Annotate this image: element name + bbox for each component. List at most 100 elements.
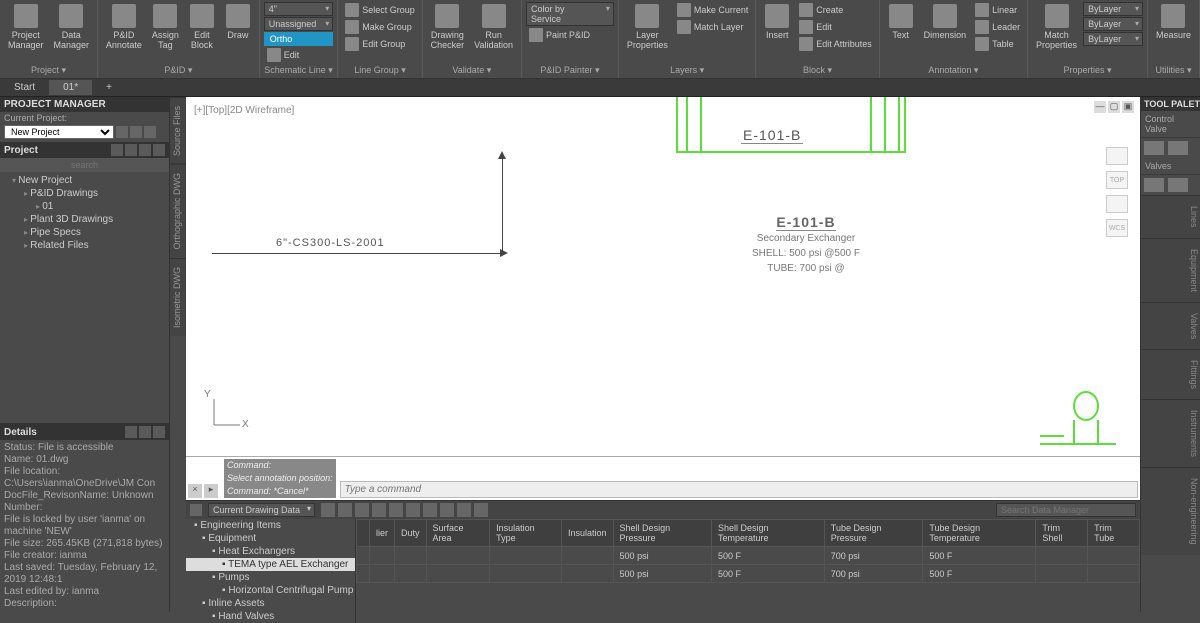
project-search-input[interactable] (0, 158, 169, 172)
dm-tool-icon[interactable] (389, 503, 403, 517)
pipe-line-tag[interactable]: 6"-CS300-LS-2001 (276, 237, 385, 249)
pipe-line[interactable] (212, 253, 502, 254)
dm-tool-icon[interactable] (440, 503, 454, 517)
pid-annotate-button[interactable]: P&IDAnnotate (102, 2, 146, 52)
ucs-icon[interactable]: YX (204, 395, 244, 438)
ribbon-group-title[interactable]: Line Group ▾ (342, 63, 417, 78)
edit-attributes-button[interactable]: Edit Attributes (796, 36, 875, 52)
source-tab[interactable]: Orthographic DWG (170, 164, 186, 258)
table-cell[interactable]: 500 F (711, 565, 824, 583)
data-manager-search[interactable] (996, 503, 1136, 517)
table-cell[interactable]: 500 psi (613, 565, 711, 583)
table-row[interactable]: 500 psi500 F700 psi500 F (357, 565, 1140, 583)
dimension-button[interactable]: Dimension (920, 2, 971, 42)
project-tree-item[interactable]: New Project (0, 174, 169, 187)
data-manager-button[interactable]: DataManager (49, 2, 93, 52)
maximize-icon[interactable]: ▢ (1108, 101, 1120, 113)
dm-tool-icon[interactable] (406, 503, 420, 517)
ribbon-group-title[interactable]: Properties ▾ (1032, 63, 1143, 78)
ribbon-group-title[interactable]: Block ▾ (760, 63, 874, 78)
table-cell[interactable] (1088, 565, 1140, 583)
table-header[interactable]: Trim Tube (1088, 520, 1140, 547)
table-cell[interactable] (370, 547, 395, 565)
nav-cube-face[interactable] (1106, 147, 1128, 165)
dm-tree-item[interactable]: ▪ Engineering Items (186, 519, 355, 532)
close-icon[interactable]: × (188, 484, 202, 498)
tool-icon[interactable] (125, 144, 137, 156)
nav-cube-face[interactable]: WCS (1106, 219, 1128, 237)
tool-icon[interactable] (153, 426, 165, 438)
project-tree-item[interactable]: P&ID Drawings (0, 187, 169, 200)
table-cell[interactable] (426, 547, 490, 565)
palette-side-tab[interactable]: Valves (1141, 302, 1200, 349)
table-cell[interactable] (1036, 565, 1088, 583)
table-cell[interactable] (562, 565, 614, 583)
run-validation-button[interactable]: RunValidation (470, 2, 517, 52)
palette-category[interactable]: Control Valve (1141, 111, 1200, 138)
table-header[interactable]: Tube Design Temperature (923, 520, 1036, 547)
table-cell[interactable] (357, 547, 370, 565)
project-new-icon[interactable] (144, 126, 156, 138)
palette-symbol-icon[interactable] (1144, 141, 1164, 155)
viewport-label[interactable]: [+][Top][2D Wireframe] (194, 105, 294, 116)
project-open-icon[interactable] (130, 126, 142, 138)
tool-icon[interactable] (153, 144, 165, 156)
current-project-select[interactable]: New Project (4, 125, 114, 139)
edit-block-button[interactable]: EditBlock (185, 2, 219, 52)
table-cell[interactable]: 700 psi (824, 547, 923, 565)
table-header[interactable]: Insulation (562, 520, 614, 547)
source-tab[interactable]: Source Files (170, 97, 186, 164)
pipe-line[interactable] (502, 157, 503, 253)
layer-properties-button[interactable]: LayerProperties (623, 2, 672, 52)
table-cell[interactable] (426, 565, 490, 583)
dm-tool-icon[interactable] (321, 503, 335, 517)
palette-symbol-icon[interactable] (1168, 178, 1188, 192)
table-header[interactable]: lier (370, 520, 395, 547)
view-cube[interactable]: TOPWCS (1106, 147, 1128, 237)
document-tab[interactable]: 01* (49, 80, 92, 95)
match-properties-button[interactable]: MatchProperties (1032, 2, 1081, 52)
edit-button[interactable]: Edit (264, 47, 334, 63)
project-tree-item[interactable]: Plant 3D Drawings (0, 213, 169, 226)
insert-button[interactable]: Insert (760, 2, 794, 42)
command-input[interactable] (340, 481, 1138, 498)
palette-side-tab[interactable]: Non-engineering (1141, 467, 1200, 555)
text-button[interactable]: Text (884, 2, 918, 42)
edit-group-button[interactable]: Edit Group (342, 36, 418, 52)
dm-tool-icon[interactable] (338, 503, 352, 517)
ribbon-dropdown[interactable]: ByLayer (1083, 17, 1143, 31)
palette-side-tab[interactable]: Instruments (1141, 399, 1200, 467)
table-cell[interactable] (1036, 547, 1088, 565)
table-cell[interactable]: 500 psi (613, 547, 711, 565)
table-header[interactable]: Duty (395, 520, 427, 547)
project-manager-button[interactable]: ProjectManager (4, 2, 48, 52)
ribbon-dropdown[interactable]: ByLayer (1083, 32, 1143, 46)
palette-side-tab[interactable]: Lines (1141, 195, 1200, 238)
tool-icon[interactable] (111, 144, 123, 156)
edit-block-ribbon-button[interactable]: Edit (796, 19, 875, 35)
ribbon-group-title[interactable]: Schematic Line ▾ (264, 63, 333, 78)
ribbon-group-title[interactable]: Layers ▾ (623, 63, 751, 78)
draw-button[interactable]: Draw (221, 2, 255, 42)
dm-tool-icon[interactable] (474, 503, 488, 517)
table-cell[interactable] (357, 565, 370, 583)
table-cell[interactable]: 700 psi (824, 565, 923, 583)
tool-icon[interactable] (139, 144, 151, 156)
table-header[interactable]: Tube Design Pressure (824, 520, 923, 547)
match-layer-button[interactable]: Match Layer (674, 19, 752, 35)
table-cell[interactable] (370, 565, 395, 583)
minimize-icon[interactable]: — (1094, 101, 1106, 113)
table-cell[interactable] (395, 565, 427, 583)
chevron-icon[interactable]: ▸ (204, 484, 218, 498)
restore-icon[interactable]: ▣ (1122, 101, 1134, 113)
dm-tree-item[interactable]: ▪ Equipment (186, 532, 355, 545)
ribbon-dropdown[interactable]: Unassigned (264, 17, 334, 31)
palette-symbol-icon[interactable] (1168, 141, 1188, 155)
project-tree-item[interactable]: Pipe Specs (0, 226, 169, 239)
ribbon-dropdown[interactable]: 4" (264, 2, 334, 16)
table-cell[interactable]: 500 F (923, 547, 1036, 565)
drawing-canvas[interactable]: [+][Top][2D Wireframe] — ▢ ▣ TOPWCS E-10… (186, 97, 1140, 456)
new-tab-button[interactable]: + (92, 80, 126, 95)
palette-side-tab[interactable]: Fittings (1141, 349, 1200, 399)
table-button[interactable]: Table (972, 36, 1023, 52)
